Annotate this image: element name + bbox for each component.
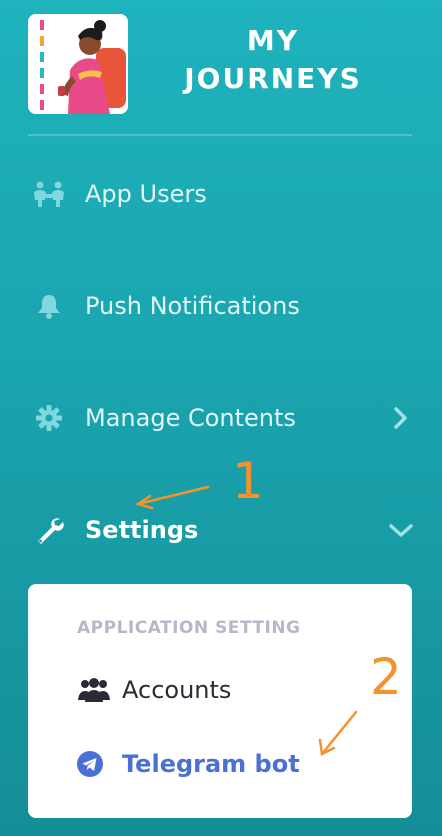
bell-icon bbox=[30, 291, 68, 321]
accounts-icon bbox=[76, 676, 112, 704]
sidebar-item-label: Settings bbox=[85, 516, 199, 544]
users-icon bbox=[30, 179, 68, 209]
telegram-icon bbox=[76, 750, 112, 778]
gear-icon bbox=[30, 403, 68, 433]
submenu-heading: APPLICATION SETTING bbox=[77, 618, 301, 638]
sidebar-item-app-users[interactable]: App Users bbox=[30, 172, 414, 216]
sidebar-item-settings[interactable]: Settings bbox=[30, 508, 414, 552]
submenu-item-label: Accounts bbox=[122, 676, 232, 704]
sidebar-item-label: Push Notifications bbox=[85, 292, 300, 320]
chevron-right-icon[interactable] bbox=[388, 406, 412, 430]
chevron-down-icon[interactable] bbox=[388, 518, 413, 542]
app-title: MY JOURNEYS bbox=[184, 24, 362, 95]
sidebar-item-manage-contents[interactable]: Manage Contents bbox=[30, 396, 414, 440]
app-header: MY JOURNEYS bbox=[28, 14, 412, 114]
submenu-item-telegram-bot[interactable]: Telegram bot bbox=[76, 750, 300, 778]
sidebar-item-label: Manage Contents bbox=[85, 404, 296, 432]
sidebar-item-push-notifications[interactable]: Push Notifications bbox=[30, 284, 414, 328]
traveler-illustration-icon bbox=[28, 14, 128, 114]
wrench-icon bbox=[30, 515, 68, 545]
submenu-item-accounts[interactable]: Accounts bbox=[76, 676, 231, 704]
annotation-label-2: 2 bbox=[370, 648, 402, 706]
annotation-label-1: 1 bbox=[232, 452, 264, 510]
settings-submenu: APPLICATION SETTING Accounts Telegram bo… bbox=[28, 584, 412, 818]
header-divider bbox=[28, 134, 412, 136]
app-logo[interactable] bbox=[28, 14, 128, 114]
sidebar-item-label: App Users bbox=[85, 180, 207, 208]
submenu-item-label: Telegram bot bbox=[122, 750, 300, 778]
